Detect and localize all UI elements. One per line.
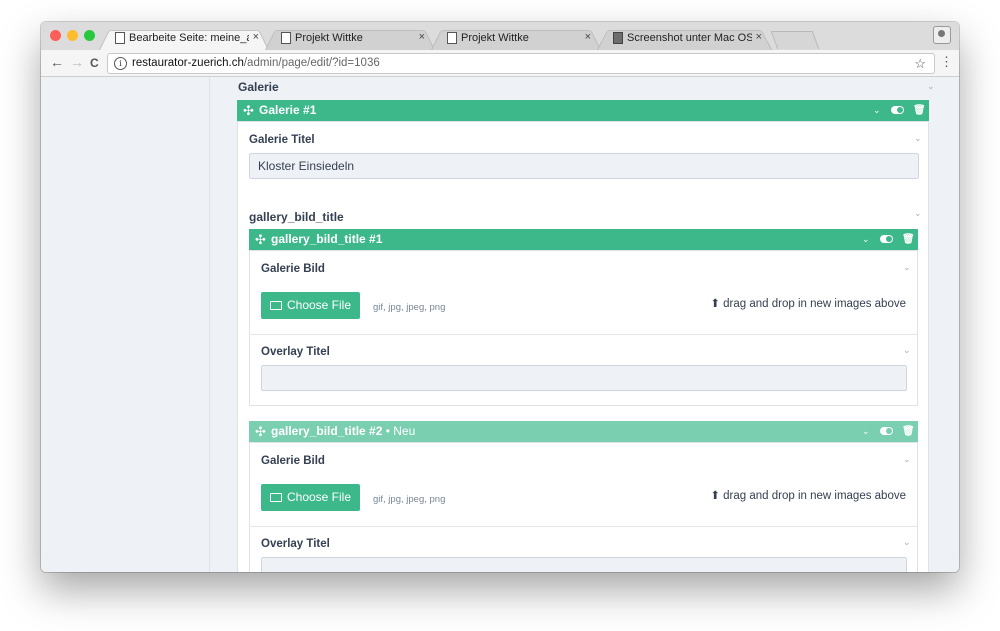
chevron-down-icon[interactable]: ⌄ <box>914 208 922 219</box>
move-icon[interactable]: ✣ <box>255 229 266 250</box>
overlay-titel-input[interactable] <box>261 557 907 572</box>
divider <box>250 334 917 335</box>
chevron-down-icon[interactable]: ⌄ <box>862 229 870 250</box>
close-tab-icon[interactable]: × <box>585 31 591 43</box>
gallery-bild-item-title: gallery_bild_title #1 <box>271 229 382 250</box>
gallery-bild-section: gallery_bild_title ⌄ ✣ gallery_bild_titl… <box>237 196 929 572</box>
tab-label: Projekt Wittke <box>295 32 363 44</box>
zoom-window-button[interactable] <box>84 30 95 41</box>
chevron-down-icon[interactable]: ⌄ <box>903 345 911 356</box>
drag-drop-text: drag and drop in new images above <box>723 490 906 502</box>
galerie-titel-panel: Galerie Titel ⌄ Kloster Einsiedeln <box>237 121 929 198</box>
choose-file-button[interactable]: Choose File <box>261 484 360 511</box>
page-icon <box>447 32 457 44</box>
forward-button[interactable]: → <box>70 54 84 70</box>
url-host: restaurator-zuerich.ch <box>132 57 244 69</box>
drag-drop-hint: ⬆ drag and drop in new images above <box>710 296 906 310</box>
address-bar[interactable]: i restaurator-zuerich.ch/admin/page/edit… <box>107 53 935 74</box>
galerie-bild-label: Galerie Bild <box>261 263 325 275</box>
tab-screenshot-mac-os[interactable]: Screenshot unter Mac OS - Ma × <box>597 27 772 50</box>
info-icon[interactable]: i <box>114 57 127 70</box>
url-path: /admin/page/edit/?id=1036 <box>243 57 380 69</box>
upload-icon: ⬆ <box>710 490 720 502</box>
chevron-down-icon[interactable]: ⌄ <box>903 537 911 548</box>
page-icon <box>281 32 291 44</box>
galerie-titel-input[interactable]: Kloster Einsiedeln <box>249 153 919 179</box>
choose-file-button[interactable]: Choose File <box>261 292 360 319</box>
item-title-text: gallery_bild_title #1 <box>271 232 383 246</box>
tab-label: Screenshot unter Mac OS - Ma <box>627 32 752 44</box>
chevron-down-icon[interactable]: ⌄ <box>927 81 935 92</box>
galerie-block-header[interactable]: ✣ Galerie #1 ⌄ 🗑 <box>237 100 929 121</box>
tab-label: Projekt Wittke <box>461 32 529 44</box>
item-status-text: • Neu <box>382 424 416 438</box>
galerie-titel-label: Galerie Titel <box>249 134 315 146</box>
move-icon[interactable]: ✣ <box>255 421 266 442</box>
upload-icon: ⬆ <box>710 298 720 310</box>
galerie-block-title: Galerie #1 <box>259 103 317 117</box>
page-icon <box>115 32 125 44</box>
tab-strip: Bearbeite Seite: meine_arbeit · × Projek… <box>41 22 959 51</box>
macrumors-favicon-icon <box>613 32 623 44</box>
toggle-icon[interactable] <box>880 427 893 435</box>
tab-projekt-wittke-1[interactable]: Projekt Wittke × <box>265 27 435 50</box>
left-sidebar <box>41 77 210 572</box>
galerie-bild-label: Galerie Bild <box>261 455 325 467</box>
folder-icon <box>269 301 282 310</box>
item-title-text: gallery_bild_title #2 <box>271 424 383 438</box>
toggle-icon[interactable] <box>880 235 893 243</box>
gallery-bild-item-body: Galerie Bild ⌄ Choose File gif, jpg, jpe… <box>249 250 918 406</box>
file-types-hint: gif, jpg, jpeg, png <box>373 494 446 505</box>
move-icon[interactable]: ✣ <box>243 100 254 121</box>
trash-icon[interactable]: 🗑 <box>913 100 926 121</box>
choose-file-label: Choose File <box>286 298 352 312</box>
gallery-bild-item-title: gallery_bild_title #2 • Neu <box>271 421 415 442</box>
browser-window: Bearbeite Seite: meine_arbeit · × Projek… <box>41 22 959 572</box>
gallery-bild-item-body: Galerie Bild ⌄ Choose File gif, jpg, jpe… <box>249 442 918 572</box>
page-content: Galerie ⌄ ✣ Galerie #1 ⌄ 🗑 Galerie Titel… <box>41 77 959 572</box>
reload-button[interactable]: C <box>90 56 99 70</box>
toggle-icon[interactable] <box>891 106 904 114</box>
close-tab-icon[interactable]: × <box>253 31 259 43</box>
minimize-window-button[interactable] <box>67 30 78 41</box>
overlay-titel-label: Overlay Titel <box>261 346 330 358</box>
chevron-down-icon[interactable]: ⌄ <box>862 421 870 442</box>
gallery-bild-item-header[interactable]: ✣ gallery_bild_title #2 • Neu ⌄ 🗑 <box>249 421 918 442</box>
tab-label: Bearbeite Seite: meine_arbeit · <box>129 32 249 44</box>
browser-toolbar: ← → C i restaurator-zuerich.ch/admin/pag… <box>41 50 959 77</box>
galerie-section-label: Galerie <box>238 80 279 94</box>
close-tab-icon[interactable]: × <box>419 31 425 43</box>
file-types-hint: gif, jpg, jpeg, png <box>373 302 446 313</box>
chevron-down-icon[interactable]: ⌄ <box>903 454 911 465</box>
url-text: restaurator-zuerich.ch/admin/page/edit/?… <box>132 54 380 73</box>
browser-menu-icon[interactable]: ⋮ <box>940 54 953 70</box>
drag-drop-hint: ⬆ drag and drop in new images above <box>710 488 906 502</box>
folder-icon <box>269 493 282 502</box>
overlay-titel-label: Overlay Titel <box>261 538 330 550</box>
close-window-button[interactable] <box>50 30 61 41</box>
tab-projekt-wittke-2[interactable]: Projekt Wittke × <box>431 27 601 50</box>
chevron-down-icon[interactable]: ⌄ <box>873 100 881 121</box>
chevron-down-icon[interactable]: ⌄ <box>914 133 922 144</box>
drag-drop-text: drag and drop in new images above <box>723 298 906 310</box>
overlay-titel-input[interactable] <box>261 365 907 391</box>
gallery-bild-section-label: gallery_bild_title <box>249 210 344 224</box>
trash-icon[interactable]: 🗑 <box>902 229 915 250</box>
bookmark-star-icon[interactable]: ☆ <box>914 54 926 73</box>
tab-bearbeite-seite[interactable]: Bearbeite Seite: meine_arbeit · × <box>99 27 269 50</box>
back-button[interactable]: ← <box>50 54 64 70</box>
choose-file-label: Choose File <box>286 490 352 504</box>
divider <box>250 526 917 527</box>
trash-icon[interactable]: 🗑 <box>902 421 915 442</box>
chevron-down-icon[interactable]: ⌄ <box>903 262 911 273</box>
gallery-bild-item-header[interactable]: ✣ gallery_bild_title #1 ⌄ 🗑 <box>249 229 918 250</box>
profile-icon[interactable] <box>933 26 951 44</box>
close-tab-icon[interactable]: × <box>756 31 762 43</box>
editor-main: Galerie ⌄ ✣ Galerie #1 ⌄ 🗑 Galerie Titel… <box>225 77 941 572</box>
new-tab-button[interactable] <box>770 31 820 49</box>
